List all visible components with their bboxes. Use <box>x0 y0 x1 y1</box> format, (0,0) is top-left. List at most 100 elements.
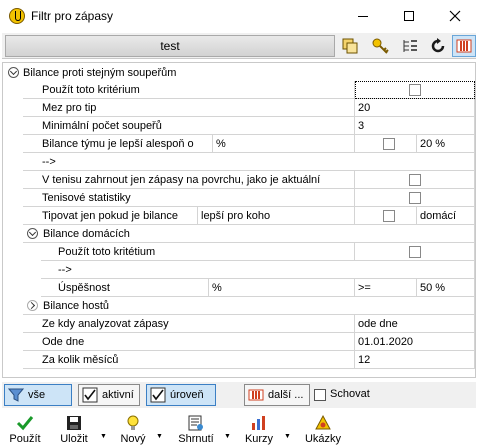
min-opponents-field[interactable]: 3 <box>355 117 475 135</box>
analyze-since-select[interactable]: ode dne <box>355 315 475 333</box>
focus-rect <box>355 81 475 99</box>
app-logo-icon <box>9 8 25 24</box>
odds-button[interactable]: Kurzy <box>240 410 278 448</box>
check-icon <box>16 416 34 431</box>
row-value-cell[interactable] <box>355 171 475 189</box>
copy-button[interactable] <box>338 35 362 57</box>
preset-selector[interactable]: test <box>5 35 335 57</box>
section-header-away[interactable]: Bilance hostů <box>3 297 475 315</box>
row-label[interactable]: --> <box>23 153 475 171</box>
section-header-opponents[interactable]: Bilance proti stejným soupeřům <box>3 64 475 82</box>
save-button[interactable]: Uložit <box>54 410 94 448</box>
success-value-field[interactable]: 50 % <box>417 279 475 297</box>
section-cell: Bilance domácích <box>23 225 475 243</box>
lightbulb-icon <box>127 415 139 430</box>
section-label: Bilance hostů <box>43 300 110 312</box>
checkbox-icon <box>150 387 166 403</box>
row-months: Za kolik měsíců 12 <box>3 351 475 369</box>
all-label: vše <box>28 389 46 401</box>
balance-checkbox-cell[interactable] <box>355 135 417 153</box>
maximize-icon <box>404 11 414 21</box>
new-dropdown-arrow-icon[interactable]: ▼ <box>156 433 163 440</box>
tip-limit-field[interactable]: 20 <box>355 99 475 117</box>
checkbox-icon <box>82 387 98 403</box>
row-label: Bilance týmu je lepší alespoň o <box>23 135 213 153</box>
save-label: Uložit <box>60 433 88 445</box>
new-button[interactable]: Nový <box>114 410 152 448</box>
list-settings-button[interactable] <box>398 35 422 57</box>
row-label: Ode dne <box>23 333 355 351</box>
row-min-opponents: Minimální počet soupeřů 3 <box>3 117 475 135</box>
close-button[interactable] <box>432 0 478 32</box>
action-bar: Použít Uložit ▼ Nový ▼ Shrnutí ▼ Kurzy ▼… <box>0 410 478 448</box>
all-toggle[interactable]: vše <box>4 384 72 406</box>
key-button[interactable] <box>368 35 392 57</box>
summary-dropdown-arrow-icon[interactable]: ▼ <box>224 433 231 440</box>
row-tip-only-if: Tipovat jen pokud je bilance lepší pro k… <box>3 207 475 225</box>
list-settings-icon <box>403 40 417 52</box>
columns-icon <box>248 389 264 401</box>
row-label: V tenisu zahrnout jen zápasy na povrchu,… <box>23 171 355 189</box>
window-title: Filtr pro zápasy <box>31 9 114 23</box>
section-label: Bilance proti stejným soupeřům <box>23 67 177 79</box>
row-tennis-surface: V tenisu zahrnout jen zápasy na povrchu,… <box>3 171 475 189</box>
active-label: aktivní <box>102 389 134 401</box>
operator-field[interactable]: >= <box>355 279 417 297</box>
row-tip-limit: Mez pro tip 20 <box>3 99 475 117</box>
row-home-success: Úspěšnost % >= 50 % <box>3 279 475 297</box>
level-toggle[interactable]: úroveň <box>146 384 216 406</box>
apply-button[interactable]: Použít <box>6 410 44 448</box>
funnel-icon <box>8 388 24 402</box>
save-icon <box>67 416 81 430</box>
months-field[interactable]: 12 <box>355 351 475 369</box>
balance-value-field[interactable]: 20 % <box>417 135 475 153</box>
tennis-surface-checkbox[interactable] <box>409 174 421 186</box>
row-label[interactable]: --> <box>41 261 475 279</box>
expand-icon[interactable] <box>27 300 38 311</box>
tip-checkbox-cell[interactable] <box>355 207 417 225</box>
row-analyze-since: Ze kdy analyzovat zápasy ode dne <box>3 315 475 333</box>
balance-checkbox[interactable] <box>383 138 395 150</box>
refresh-button[interactable] <box>426 35 450 57</box>
row-label: Za kolik měsíců <box>23 351 355 369</box>
hide-checkbox[interactable] <box>314 389 326 401</box>
minimize-button[interactable] <box>340 0 386 32</box>
examples-label: Ukázky <box>304 433 342 445</box>
row-tennis-stats: Tenisové statistiky <box>3 189 475 207</box>
unit-label: % <box>213 135 355 153</box>
maximize-button[interactable] <box>386 0 432 32</box>
save-dropdown-arrow-icon[interactable]: ▼ <box>100 433 107 440</box>
more-button[interactable]: další ... <box>244 384 310 406</box>
section-header-home[interactable]: Bilance domácích <box>3 225 475 243</box>
tennis-stats-checkbox[interactable] <box>409 192 421 204</box>
odds-dropdown-arrow-icon[interactable]: ▼ <box>284 433 291 440</box>
columns-icon <box>456 39 472 53</box>
columns-button[interactable] <box>452 35 476 57</box>
summary-button[interactable]: Shrnutí <box>172 410 220 448</box>
odds-label: Kurzy <box>244 433 274 445</box>
minimize-icon <box>358 15 368 17</box>
row-from-date: Ode dne 01.01.2020 <box>3 333 475 351</box>
row-use-criterion: Použít toto kritérium <box>3 81 475 99</box>
row-arrow: --> <box>3 153 475 171</box>
home-use-checkbox[interactable] <box>409 246 421 258</box>
summary-label: Shrnutí <box>178 433 214 445</box>
section-cell: Bilance hostů <box>23 297 475 315</box>
hide-label: Schovat <box>330 388 370 400</box>
filter-tree: Bilance proti stejným soupeřům Použít to… <box>2 62 476 378</box>
examples-button[interactable]: Ukázky <box>300 410 346 448</box>
row-label: Ze kdy analyzovat zápasy <box>23 315 355 333</box>
from-date-field[interactable]: 01.01.2020 <box>355 333 475 351</box>
filter-bar: vše aktivní úroveň další ... Schovat <box>2 382 476 408</box>
tip-checkbox[interactable] <box>383 210 395 222</box>
row-value-cell[interactable] <box>355 189 475 207</box>
collapse-icon[interactable] <box>27 228 38 239</box>
apply-label: Použít <box>9 433 41 445</box>
row-label: Tipovat jen pokud je bilance <box>23 207 198 225</box>
active-toggle[interactable]: aktivní <box>78 384 140 406</box>
tip-value-field[interactable]: domácí <box>417 207 475 225</box>
refresh-icon <box>431 38 445 53</box>
row-value-cell[interactable] <box>355 243 475 261</box>
row-label: Tenisové statistiky <box>23 189 355 207</box>
collapse-icon[interactable] <box>8 67 19 78</box>
